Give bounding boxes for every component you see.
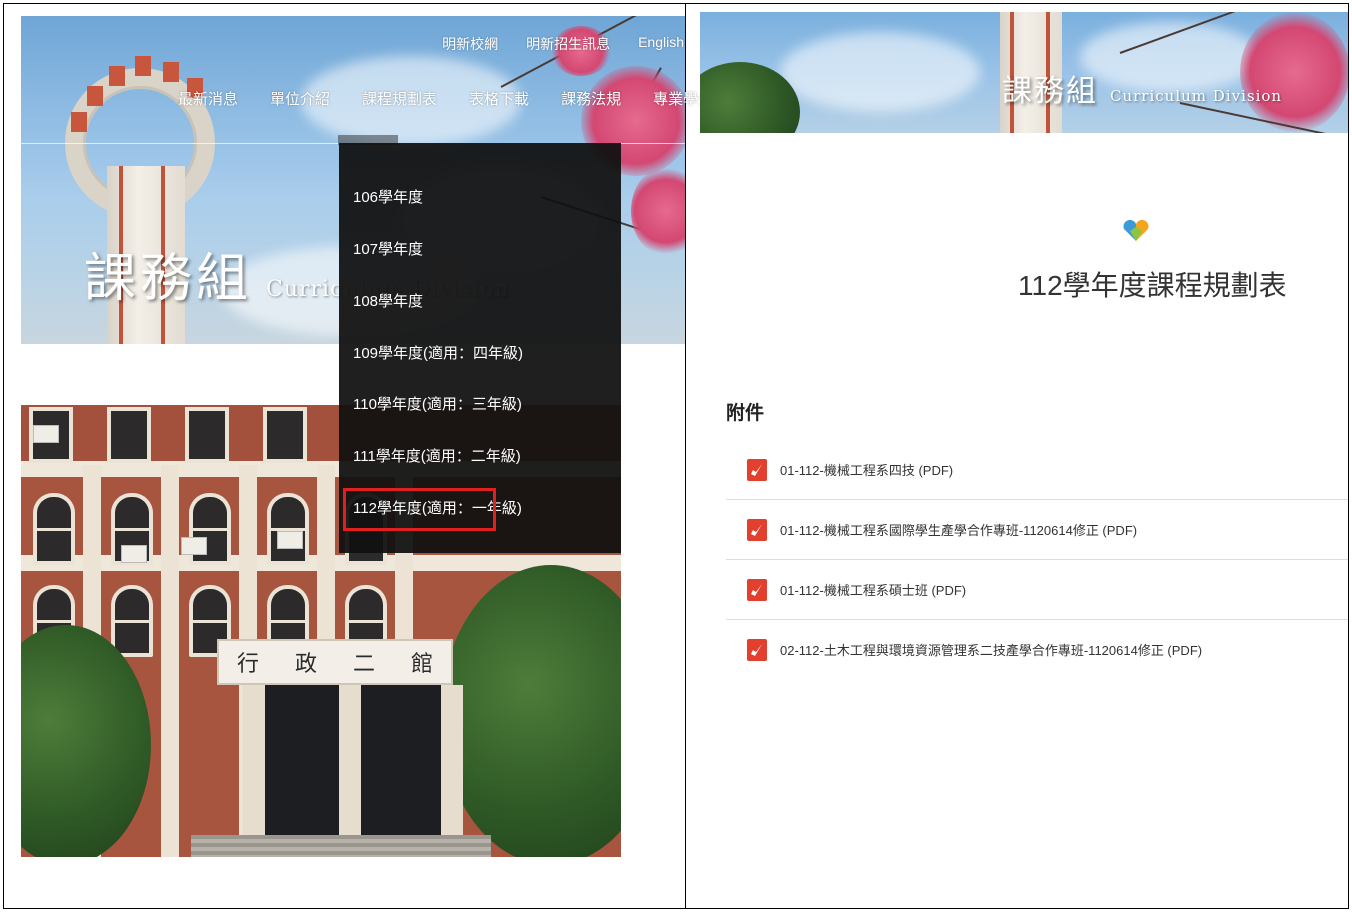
dropdown-item-110[interactable]: 110學年度(適用：三年級) [353,393,522,414]
nav-forms[interactable]: 表格下載 [469,88,529,109]
nav-news[interactable]: 最新消息 [178,88,238,109]
logo-en-right: Curriculum Division [1110,87,1283,105]
dropdown-item-108[interactable]: 108學年度 [353,290,423,311]
attachment-row[interactable]: 01-112-機械工程系碩士班 (PDF) [726,560,1348,620]
pdf-icon [747,579,767,601]
main-nav: 最新消息 單位介紹 課程規劃表 表格下載 課務法規 專業學分學程 [178,88,743,109]
page-title: 112學年度課程規劃表 [1018,270,1287,301]
attachment-row[interactable]: 02-112-土木工程與環境資源管理系二技產學合作專班-1120614修正 (P… [726,620,1348,680]
pdf-icon [747,519,767,541]
link-school-site[interactable]: 明新校網 [442,34,498,54]
dropdown-item-111[interactable]: 111學年度(適用：二年級) [353,445,521,466]
logo-cn-right: 課務組 [1002,74,1098,109]
attachments-heading: 附件 [726,403,765,424]
attachment-link[interactable]: 02-112-土木工程與環境資源管理系二技產學合作專班-1120614修正 (P… [780,640,1202,659]
logo-cn: 課務組 [84,249,253,309]
attachment-link[interactable]: 01-112-機械工程系碩士班 (PDF) [780,580,966,599]
link-english[interactable]: English [638,34,684,54]
heart-icon [1123,220,1149,241]
pdf-icon [747,459,767,481]
building-sign: 行 政 二 館 [217,639,453,685]
attachment-row[interactable]: 01-112-機械工程系國際學生產學合作專班-1120614修正 (PDF) [726,500,1348,560]
link-admissions[interactable]: 明新招生訊息 [526,34,610,54]
attachment-link[interactable]: 01-112-機械工程系國際學生產學合作專班-1120614修正 (PDF) [780,520,1137,539]
site-logo-right[interactable]: 課務組 Curriculum Division [1002,66,1282,110]
attachment-row[interactable]: 01-112-機械工程系四技 (PDF) [726,440,1348,500]
highlight-box [343,488,496,531]
dropdown-item-106[interactable]: 106學年度 [353,186,423,207]
utility-links: 明新校網 明新招生訊息 English [442,34,684,54]
nav-curriculum[interactable]: 課程規劃表 [362,88,437,109]
attachment-link[interactable]: 01-112-機械工程系四技 (PDF) [780,460,953,479]
nav-about[interactable]: 單位介紹 [270,88,330,109]
dropdown-item-109[interactable]: 109學年度(適用：四年級) [353,342,523,363]
nav-regulations[interactable]: 課務法規 [561,88,621,109]
pdf-icon [747,639,767,661]
dropdown-item-107[interactable]: 107學年度 [353,238,423,259]
